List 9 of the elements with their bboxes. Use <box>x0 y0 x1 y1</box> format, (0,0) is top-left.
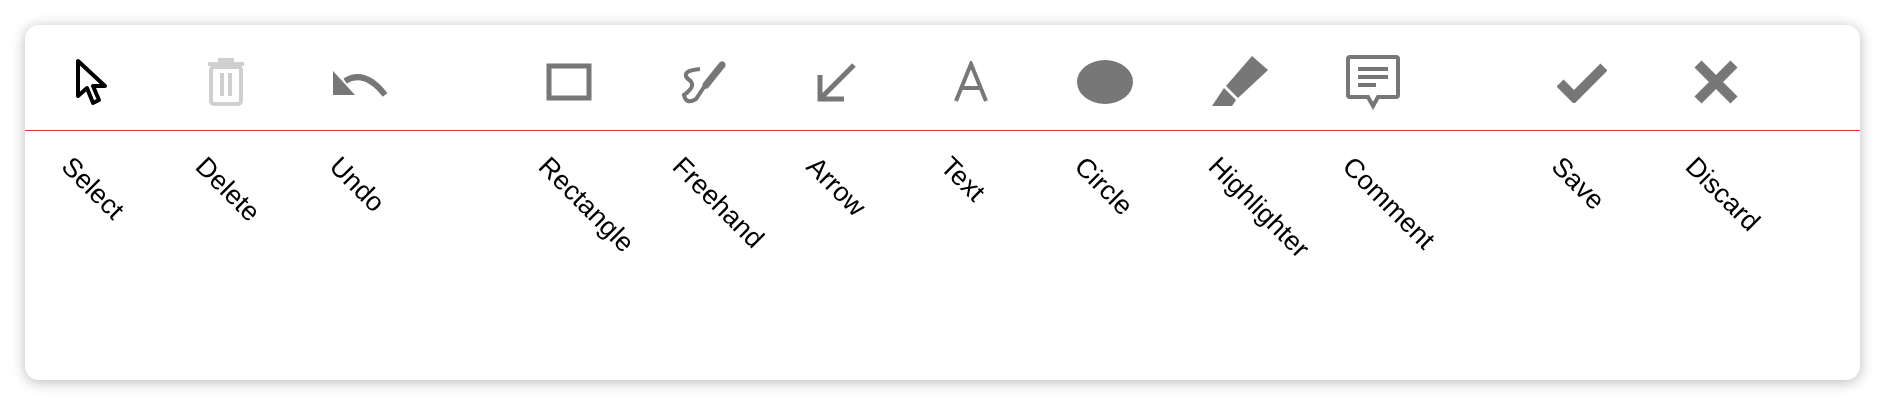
comment-icon <box>1345 53 1401 110</box>
pointer-icon <box>75 57 109 106</box>
rectangle-icon <box>546 62 592 101</box>
arrow-icon <box>816 60 858 103</box>
ellipse-icon <box>1076 58 1134 105</box>
check-icon <box>1557 60 1607 103</box>
trash-icon <box>206 57 246 106</box>
letter-icon <box>953 60 989 103</box>
close-icon <box>1694 59 1738 104</box>
